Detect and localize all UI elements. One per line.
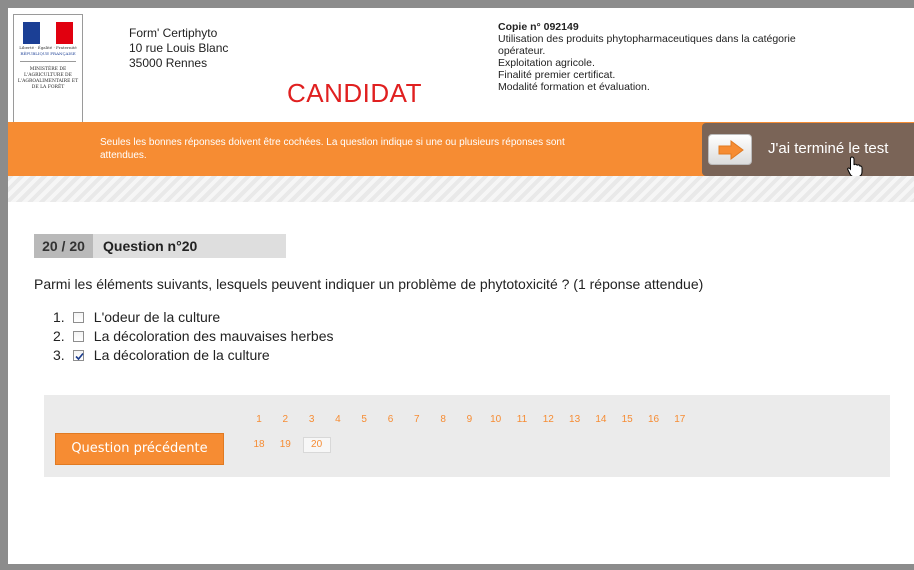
answer-checkbox[interactable] xyxy=(72,350,84,361)
copy-description-line: opérateur. xyxy=(498,45,546,57)
answer-checkbox[interactable] xyxy=(72,331,84,342)
window-frame-bottom xyxy=(0,564,914,570)
arrow-right-icon xyxy=(708,134,752,165)
page-link-10[interactable]: 10 xyxy=(487,413,505,427)
answer-label: L'odeur de la culture xyxy=(93,309,221,325)
answer-label: La décoloration de la culture xyxy=(93,347,270,363)
page-link-2[interactable]: 2 xyxy=(276,413,294,427)
answer-checkbox[interactable] xyxy=(72,312,84,323)
copy-description-line: Utilisation des produits phytopharmaceut… xyxy=(498,33,796,45)
window-frame-top xyxy=(0,0,914,8)
page-link-5[interactable]: 5 xyxy=(355,413,373,427)
instruction-text: Seules les bonnes réponses doivent être … xyxy=(100,137,565,161)
page-link-8[interactable]: 8 xyxy=(434,413,452,427)
question-navigation: Question précédente 1 2 3 4 5 6 7 8 9 10… xyxy=(44,395,890,477)
page-link-16[interactable]: 16 xyxy=(645,413,663,427)
hatched-divider xyxy=(8,176,914,202)
org-address-street: 10 rue Louis Blanc xyxy=(129,41,229,55)
page-link-14[interactable]: 14 xyxy=(592,413,610,427)
answer-option: 3. La décoloration de la culture xyxy=(53,346,333,365)
answer-list: 1. L'odeur de la culture 2. La décolorat… xyxy=(53,308,333,365)
question-title: Question n°20 xyxy=(103,238,198,254)
page-link-19[interactable]: 19 xyxy=(276,438,294,452)
question-text: Parmi les éléments suivants, lesquels pe… xyxy=(34,276,704,292)
previous-question-button[interactable]: Question précédente xyxy=(55,433,224,465)
page-link-9[interactable]: 9 xyxy=(460,413,478,427)
organization-info: Form' Certiphyto 10 rue Louis Blanc 3500… xyxy=(129,26,228,71)
page-link-11[interactable]: 11 xyxy=(513,413,531,427)
copy-number: Copie n° 092149 xyxy=(498,21,579,33)
french-flag-icon xyxy=(23,22,73,44)
copy-description-line: Modalité formation et évaluation. xyxy=(498,81,650,93)
page-link-17[interactable]: 17 xyxy=(671,413,689,427)
page-link-7[interactable]: 7 xyxy=(408,413,426,427)
org-address-city: 35000 Rennes xyxy=(129,56,208,70)
copy-description-line: Finalité premier certificat. xyxy=(498,69,616,81)
page-link-13[interactable]: 13 xyxy=(566,413,584,427)
role-label: CANDIDAT xyxy=(287,78,422,108)
question-header: 20 / 20 Question n°20 xyxy=(34,234,286,258)
answer-number: 2. xyxy=(53,328,65,344)
answer-number: 1. xyxy=(53,309,65,325)
page-link-20[interactable]: 20 xyxy=(302,437,331,453)
copy-info: Copie n° 092149 Utilisation des produits… xyxy=(498,21,898,93)
page-link-15[interactable]: 15 xyxy=(618,413,636,427)
finish-test-label: J'ai terminé le test xyxy=(768,140,889,157)
org-name: Form' Certiphyto xyxy=(129,26,218,40)
page-link-6[interactable]: 6 xyxy=(382,413,400,427)
answer-number: 3. xyxy=(53,347,65,363)
page-link-3[interactable]: 3 xyxy=(303,413,321,427)
page-link-1[interactable]: 1 xyxy=(250,413,268,427)
logo-ministry-name: MINISTÈRE DE L'AGRICULTURE DE L'AGROALIM… xyxy=(17,67,79,90)
page: Liberté · Égalité · Fraternité RÉPUBLIQU… xyxy=(8,8,914,564)
answer-option: 1. L'odeur de la culture xyxy=(53,308,333,327)
question-counter: 20 / 20 xyxy=(34,234,93,258)
page-link-18[interactable]: 18 xyxy=(250,438,268,452)
ministry-logo: Liberté · Égalité · Fraternité RÉPUBLIQU… xyxy=(13,14,83,124)
instruction-banner: Seules les bonnes réponses doivent être … xyxy=(8,122,914,176)
finish-test-button[interactable]: J'ai terminé le test xyxy=(702,123,914,176)
logo-republic: RÉPUBLIQUE FRANÇAISE xyxy=(20,51,76,56)
answer-option: 2. La décoloration des mauvaises herbes xyxy=(53,327,333,346)
page-link-4[interactable]: 4 xyxy=(329,413,347,427)
checkmark-icon xyxy=(75,352,84,361)
answer-label: La décoloration des mauvaises herbes xyxy=(93,328,334,344)
page-link-12[interactable]: 12 xyxy=(539,413,557,427)
logo-motto: Liberté · Égalité · Fraternité xyxy=(19,45,77,50)
window-frame-left xyxy=(0,0,8,570)
logo-divider xyxy=(20,61,76,62)
copy-description-line: Exploitation agricole. xyxy=(498,57,595,69)
